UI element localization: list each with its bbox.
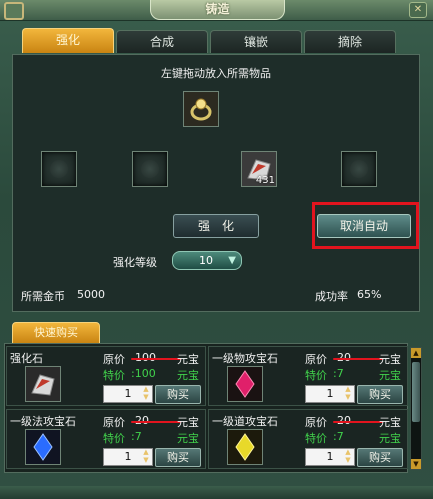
shop-item: 一级物攻宝石 原价 20 元宝 特价 :7 元宝 1 ▲▼ 购买 [208,346,408,406]
forge-window: 铸造 ✕ 强化 合成 镶嵌 摘除 左键拖动放入所需物品 431 强 化 取消自动… [0,0,433,499]
special-label: 特价 [103,369,125,382]
item-name: 一级物攻宝石 [212,352,278,365]
success-label: 成功率 [315,290,348,303]
currency: 元宝 [379,353,401,366]
rune-slot-icon [50,160,68,178]
gold-value: 5000 [77,288,105,301]
shop-item: 一级法攻宝石 原价 20 元宝 特价 :7 元宝 1 ▲▼ 购买 [6,409,206,469]
strengthen-stone-icon[interactable] [25,366,61,402]
scroll-up-icon[interactable]: ▲ [411,348,421,358]
currency: 元宝 [177,432,199,445]
level-select[interactable]: 10 ▼ [172,251,242,270]
special-price: :100 [131,367,156,380]
currency: 元宝 [177,369,199,382]
tab-synthesize[interactable]: 合成 [116,30,208,53]
special-label: 特价 [305,369,327,382]
quantity-stepper[interactable]: ▲ ▼ [141,385,151,401]
success-value: 65% [357,288,382,301]
target-item-slot[interactable] [183,91,219,127]
strengthen-button[interactable]: 强 化 [173,214,259,238]
currency: 元宝 [379,369,401,382]
special-price: :7 [131,430,142,443]
gold-label: 所需金币 [21,290,65,303]
strikethrough [333,358,383,360]
strikethrough [131,358,181,360]
corner-ornament-icon [4,2,24,20]
yellow-gem-icon[interactable] [227,429,263,465]
window-title: 铸造 [150,0,285,20]
currency: 元宝 [379,416,401,429]
shop-item: 强化石 原价 100 元宝 特价 :100 元宝 1 ▲▼ 购买 [6,346,206,406]
item-name: 强化石 [10,352,43,365]
material-slot-3[interactable]: 431 [241,151,277,187]
level-value: 10 [199,254,213,267]
stack-count: 431 [255,175,275,186]
forge-panel: 左键拖动放入所需物品 431 强 化 取消自动 强化等级 所需金币 5000 成… [12,54,420,312]
currency: 元宝 [177,353,199,366]
orig-label: 原价 [103,353,125,366]
tab-remove[interactable]: 摘除 [304,30,396,53]
buy-button[interactable]: 购买 [357,448,403,467]
buy-button[interactable]: 购买 [155,385,201,404]
scroll-thumb[interactable] [412,362,420,422]
orig-label: 原价 [103,416,125,429]
ring-icon [184,92,218,126]
highlight-box [312,202,419,249]
special-price: :7 [333,367,344,380]
level-label: 强化等级 [113,256,157,269]
material-slot-4[interactable] [341,151,377,187]
item-name: 一级法攻宝石 [10,415,76,428]
scrollbar[interactable]: ▲ ▼ [410,347,422,470]
tab-inlay[interactable]: 镶嵌 [210,30,302,53]
tab-strengthen[interactable]: 强化 [22,28,114,53]
chevron-down-icon: ▼ [228,255,236,266]
currency: 元宝 [177,416,199,429]
quantity-stepper[interactable]: ▲ ▼ [141,448,151,464]
orig-label: 原价 [305,416,327,429]
blue-gem-icon[interactable] [25,429,61,465]
quantity-stepper[interactable]: ▲ ▼ [343,385,353,401]
currency: 元宝 [379,432,401,445]
buy-button[interactable]: 购买 [357,385,403,404]
orig-label: 原价 [305,353,327,366]
special-label: 特价 [103,432,125,445]
special-label: 特价 [305,432,327,445]
material-slot-2[interactable] [132,151,168,187]
window-bottom-border [0,486,433,499]
strikethrough [131,421,181,423]
quantity-stepper[interactable]: ▲ ▼ [343,448,353,464]
special-price: :7 [333,430,344,443]
buy-button[interactable]: 购买 [155,448,201,467]
close-icon[interactable]: ✕ [409,2,427,18]
tab-quick-buy[interactable]: 快速购买 [12,322,100,344]
scroll-down-icon[interactable]: ▼ [411,459,421,469]
drag-hint: 左键拖动放入所需物品 [161,67,271,80]
item-name: 一级道攻宝石 [212,415,278,428]
rune-slot-icon [350,160,368,178]
shop-item: 一级道攻宝石 原价 20 元宝 特价 :7 元宝 1 ▲▼ 购买 [208,409,408,469]
material-slot-1[interactable] [41,151,77,187]
strikethrough [333,421,383,423]
red-gem-icon[interactable] [227,366,263,402]
title-bar[interactable]: 铸造 ✕ [0,0,433,21]
rune-slot-icon [141,160,159,178]
